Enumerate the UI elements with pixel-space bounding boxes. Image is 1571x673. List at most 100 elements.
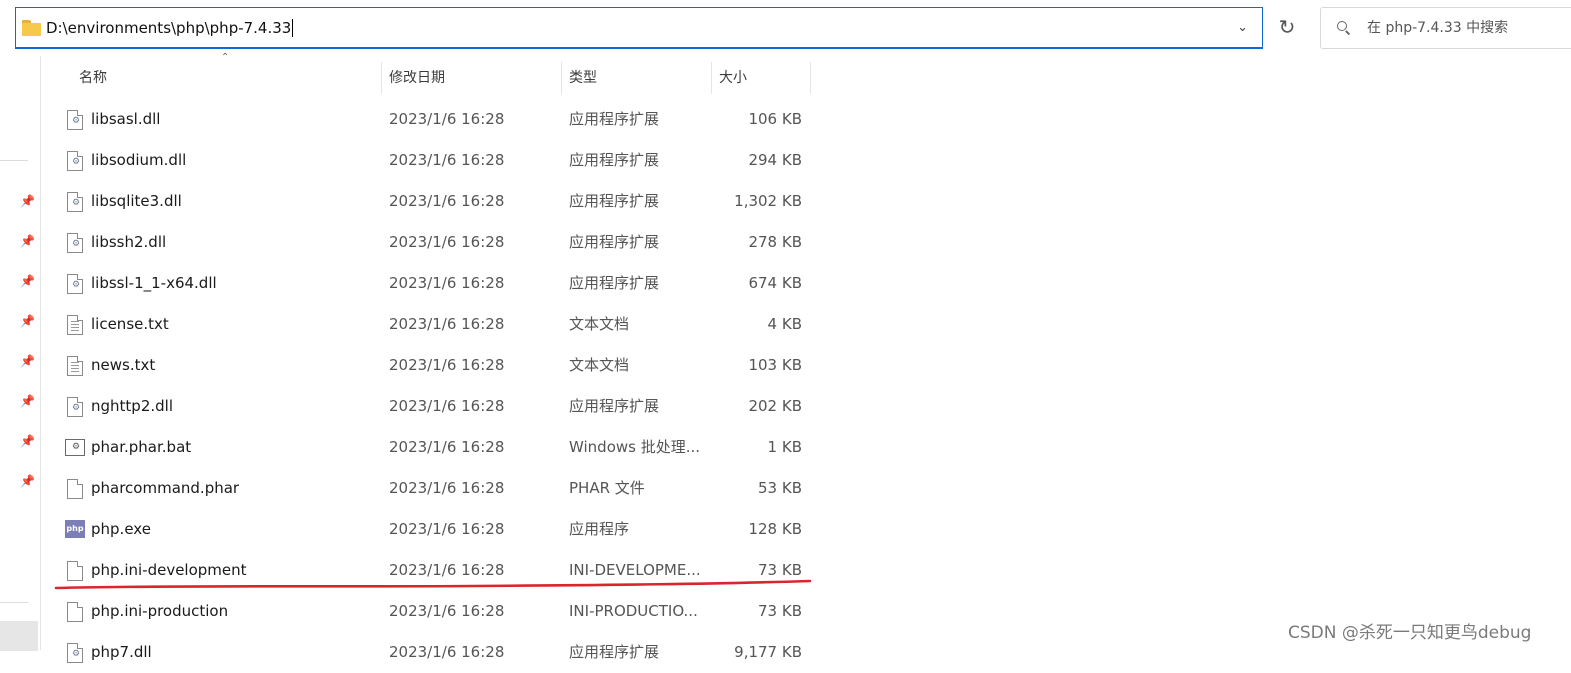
nav-item-selected[interactable] bbox=[0, 621, 38, 651]
pin-icon[interactable]: 📌 bbox=[20, 394, 35, 408]
file-name[interactable]: php.ini-production bbox=[91, 591, 228, 632]
watermark: CSDN @杀死一只知更鸟debug bbox=[1288, 623, 1532, 643]
column-type[interactable]: 类型 bbox=[561, 58, 711, 94]
file-name[interactable]: php7.dll bbox=[91, 632, 152, 673]
file-name[interactable]: libsqlite3.dll bbox=[91, 181, 182, 222]
chevron-down-icon[interactable]: ⌄ bbox=[1237, 20, 1248, 35]
file-type: INI-PRODUCTIO... bbox=[569, 602, 698, 620]
file-size: 103 KB bbox=[748, 356, 802, 374]
file-row[interactable]: php php.exe 2023/1/6 16:28 应用程序 128 KB bbox=[41, 509, 821, 550]
dll-file-icon: ⚙ bbox=[67, 151, 83, 171]
file-row[interactable]: ⚙ libssh2.dll 2023/1/6 16:28 应用程序扩展 278 … bbox=[41, 222, 821, 263]
navigation-pane: 📌 📌 📌 📌 📌 📌 📌 📌 bbox=[0, 56, 40, 651]
file-type: 应用程序扩展 bbox=[569, 274, 660, 292]
file-date: 2023/1/6 16:28 bbox=[389, 438, 505, 456]
refresh-icon[interactable]: ↻ bbox=[1269, 9, 1305, 45]
file-row[interactable]: php.ini-production 2023/1/6 16:28 INI-PR… bbox=[41, 591, 821, 632]
file-type: 应用程序扩展 bbox=[569, 643, 660, 661]
file-row[interactable]: ⚙ phar.phar.bat 2023/1/6 16:28 Windows 批… bbox=[41, 427, 821, 468]
divider bbox=[0, 602, 28, 603]
red-underline-annotation bbox=[54, 579, 812, 590]
file-name[interactable]: libssh2.dll bbox=[91, 222, 166, 263]
column-size[interactable]: 大小 bbox=[711, 58, 811, 94]
file-row[interactable]: ⚙ libsqlite3.dll 2023/1/6 16:28 应用程序扩展 1… bbox=[41, 181, 821, 222]
file-date: 2023/1/6 16:28 bbox=[389, 479, 505, 497]
file-date: 2023/1/6 16:28 bbox=[389, 233, 505, 251]
file-date: 2023/1/6 16:28 bbox=[389, 397, 505, 415]
file-name[interactable]: license.txt bbox=[91, 304, 169, 345]
divider bbox=[0, 160, 28, 161]
file-type: PHAR 文件 bbox=[569, 479, 645, 497]
file-size: 128 KB bbox=[748, 520, 802, 538]
file-name[interactable]: libsodium.dll bbox=[91, 140, 186, 181]
column-name[interactable]: 名称 bbox=[79, 58, 379, 94]
file-size: 73 KB bbox=[758, 602, 802, 620]
file-size: 294 KB bbox=[748, 151, 802, 169]
file-row[interactable]: ⚙ libsasl.dll 2023/1/6 16:28 应用程序扩展 106 … bbox=[41, 99, 821, 140]
file-size: 1 KB bbox=[767, 438, 802, 456]
pin-icon[interactable]: 📌 bbox=[20, 314, 35, 328]
address-bar[interactable]: D:\environments\php\php-7.4.33 ⌄ bbox=[15, 7, 1263, 49]
dll-file-icon: ⚙ bbox=[67, 643, 83, 663]
column-separator[interactable] bbox=[810, 58, 811, 94]
dll-file-icon: ⚙ bbox=[67, 397, 83, 417]
file-row[interactable]: ⚙ nghttp2.dll 2023/1/6 16:28 应用程序扩展 202 … bbox=[41, 386, 821, 427]
file-date: 2023/1/6 16:28 bbox=[389, 315, 505, 333]
pin-icon[interactable]: 📌 bbox=[20, 434, 35, 448]
search-box[interactable] bbox=[1320, 7, 1571, 49]
file-date: 2023/1/6 16:28 bbox=[389, 520, 505, 538]
file-name[interactable]: libssl-1_1-x64.dll bbox=[91, 263, 217, 304]
file-row[interactable]: ⚙ php7.dll 2023/1/6 16:28 应用程序扩展 9,177 K… bbox=[41, 632, 821, 673]
text-file-icon bbox=[67, 356, 83, 376]
file-type: 文本文档 bbox=[569, 315, 630, 333]
pin-icon[interactable]: 📌 bbox=[20, 474, 35, 488]
search-input[interactable] bbox=[1365, 19, 1569, 37]
pin-icon[interactable]: 📌 bbox=[20, 194, 35, 208]
file-type: 文本文档 bbox=[569, 356, 630, 374]
file-row[interactable]: license.txt 2023/1/6 16:28 文本文档 4 KB bbox=[41, 304, 821, 345]
column-date[interactable]: 修改日期 bbox=[381, 58, 561, 94]
file-date: 2023/1/6 16:28 bbox=[389, 356, 505, 374]
address-path[interactable]: D:\environments\php\php-7.4.33 bbox=[46, 19, 291, 37]
file-type: 应用程序扩展 bbox=[569, 151, 660, 169]
pin-icon[interactable]: 📌 bbox=[20, 274, 35, 288]
dll-file-icon: ⚙ bbox=[67, 233, 83, 253]
file-row[interactable]: ⚙ libsodium.dll 2023/1/6 16:28 应用程序扩展 29… bbox=[41, 140, 821, 181]
text-file-icon bbox=[67, 315, 83, 335]
file-name[interactable]: nghttp2.dll bbox=[91, 386, 173, 427]
file-size: 106 KB bbox=[748, 110, 802, 128]
file-size: 674 KB bbox=[748, 274, 802, 292]
file-size: 9,177 KB bbox=[734, 643, 802, 661]
file-name[interactable]: php.exe bbox=[91, 509, 151, 550]
pin-icon[interactable]: 📌 bbox=[20, 354, 35, 368]
file-type: 应用程序扩展 bbox=[569, 233, 660, 251]
dll-file-icon: ⚙ bbox=[67, 110, 83, 130]
file-name[interactable]: libsasl.dll bbox=[91, 99, 160, 140]
file-type: Windows 批处理... bbox=[569, 438, 701, 456]
file-date: 2023/1/6 16:28 bbox=[389, 643, 505, 661]
column-header: ⌃ 名称 修改日期 类型 大小 bbox=[41, 52, 811, 94]
file-date: 2023/1/6 16:28 bbox=[389, 274, 505, 292]
file-date: 2023/1/6 16:28 bbox=[389, 151, 505, 169]
folder-icon bbox=[22, 19, 42, 36]
file-size: 278 KB bbox=[748, 233, 802, 251]
blank-file-icon bbox=[67, 479, 83, 499]
search-icon bbox=[1337, 21, 1351, 35]
file-row[interactable]: news.txt 2023/1/6 16:28 文本文档 103 KB bbox=[41, 345, 821, 386]
dll-file-icon: ⚙ bbox=[67, 274, 83, 294]
file-row[interactable]: pharcommand.phar 2023/1/6 16:28 PHAR 文件 … bbox=[41, 468, 821, 509]
file-name[interactable]: pharcommand.phar bbox=[91, 468, 239, 509]
text-cursor bbox=[292, 18, 294, 37]
pin-icon[interactable]: 📌 bbox=[20, 234, 35, 248]
file-size: 202 KB bbox=[748, 397, 802, 415]
file-row[interactable]: ⚙ libssl-1_1-x64.dll 2023/1/6 16:28 应用程序… bbox=[41, 263, 821, 304]
php-exe-icon: php bbox=[65, 520, 85, 538]
file-date: 2023/1/6 16:28 bbox=[389, 602, 505, 620]
file-type: 应用程序 bbox=[569, 520, 630, 538]
file-type: 应用程序扩展 bbox=[569, 110, 660, 128]
file-name[interactable]: news.txt bbox=[91, 345, 155, 386]
batch-file-icon: ⚙ bbox=[65, 439, 85, 456]
file-size: 53 KB bbox=[758, 479, 802, 497]
file-type: 应用程序扩展 bbox=[569, 192, 660, 210]
file-name[interactable]: phar.phar.bat bbox=[91, 427, 191, 468]
